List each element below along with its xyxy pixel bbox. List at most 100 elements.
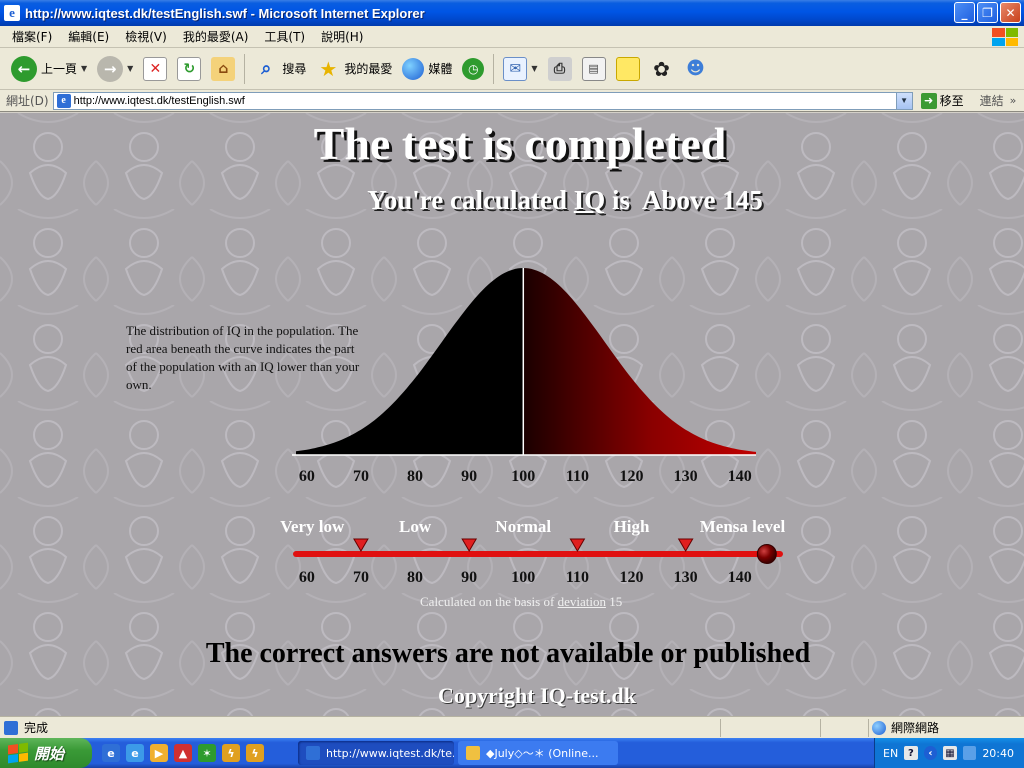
copyright-text: Copyright IQ-test.dk [437, 683, 636, 708]
address-url: http://www.iqtest.dk/testEnglish.swf [73, 94, 245, 107]
messenger-button[interactable]: ☻ [679, 51, 713, 87]
refresh-button[interactable]: ↻ [172, 51, 206, 87]
zone-label: 網際網路 [891, 721, 940, 735]
title-bar[interactable]: e http://www.iqtest.dk/testEnglish.swf -… [0, 0, 1024, 26]
edit-page-icon: ▤ [581, 56, 606, 81]
forward-arrow-icon: → [97, 55, 124, 82]
curve-tick-90: 90 [461, 468, 477, 485]
minimize-button[interactable]: _ [954, 2, 975, 23]
chevron-down-icon[interactable]: ▼ [127, 64, 133, 73]
band-label-low: Low [399, 517, 432, 536]
menu-favorites[interactable]: 我的最愛(A) [175, 28, 257, 45]
task-ie-label: http://www.iqtest.dk/te... [326, 746, 454, 760]
ie-quicklaunch-icon[interactable]: e [102, 744, 120, 762]
scale-tick-120: 120 [620, 569, 644, 586]
back-label: 上一頁 [41, 62, 78, 76]
curve-area-below-mean [296, 268, 524, 455]
note-icon [615, 56, 640, 81]
menu-file[interactable]: 檔案(F) [4, 28, 60, 45]
curve-tick-110: 110 [566, 468, 589, 485]
basis-prefix: Calculated on the basis of [420, 594, 555, 609]
deviation-link[interactable]: deviation [558, 594, 606, 609]
address-input[interactable]: e http://www.iqtest.dk/testEnglish.swf ▼ [52, 91, 913, 110]
app-star-icon[interactable]: ✶ [198, 744, 216, 762]
chevron-right-icon[interactable]: » [1010, 94, 1017, 107]
chevron-down-icon[interactable]: ▼ [81, 64, 87, 73]
menu-view[interactable]: 檢視(V) [117, 28, 175, 45]
forward-button[interactable]: → ▼ [92, 51, 138, 87]
scale-tick-70: 70 [353, 569, 369, 586]
search-label: 搜尋 [282, 62, 307, 76]
home-button[interactable]: ⌂ [206, 51, 240, 87]
language-indicator[interactable]: EN [883, 747, 898, 760]
restore-button[interactable]: ❐ [977, 2, 998, 23]
curve-tick-130: 130 [674, 468, 698, 485]
curve-tick-60: 60 [299, 468, 315, 485]
toolbar-divider [244, 53, 246, 84]
chevron-left-icon[interactable]: ‹ [923, 746, 938, 760]
task-messenger-window[interactable]: ◆July◇～＊ (Online... [458, 741, 618, 765]
app-bolt2-icon[interactable]: ϟ [246, 744, 264, 762]
iq-distribution-chart: 60 70 80 90 100 110 120 130 140 Very low Low Normal… [280, 268, 786, 586]
status-bar: 完成 網際網路 [0, 716, 1024, 738]
chevron-down-icon[interactable]: ▼ [531, 64, 537, 73]
print-button[interactable]: ⎙ [543, 51, 577, 87]
scale-tick-90: 90 [461, 569, 477, 586]
band-label-very-low: Very low [280, 517, 345, 536]
taskbar: 開始 e e ▶ ▲ ✶ ϟ ϟ http://www.iqtest.dk/te… [0, 738, 1024, 768]
printer-icon: ⎙ [547, 56, 572, 81]
network-icon[interactable] [962, 746, 977, 760]
security-zone[interactable]: 網際網路 [872, 719, 939, 736]
threshold-marker-130 [677, 538, 694, 552]
task-ie-window[interactable]: http://www.iqtest.dk/te... [298, 741, 454, 765]
app-triangle-icon[interactable]: ▲ [174, 744, 192, 762]
status-text: 完成 [24, 721, 49, 735]
band-label-high: High [614, 517, 650, 536]
app-bolt-icon[interactable]: ϟ [222, 744, 240, 762]
menu-tools[interactable]: 工具(T) [256, 28, 313, 45]
curve-tick-100: 100 [511, 468, 535, 485]
scale-tick-60: 60 [299, 569, 315, 586]
menu-help[interactable]: 說明(H) [313, 28, 371, 45]
help-icon[interactable]: ? [904, 746, 918, 760]
mail-button[interactable]: ✉ ▼ [498, 51, 542, 87]
links-button[interactable]: 連結 [980, 92, 1004, 109]
search-button[interactable]: ⌕ 搜尋 [249, 51, 311, 87]
threshold-marker-90 [461, 538, 478, 552]
answers-notice: The correct answers are not available or… [205, 638, 811, 669]
back-button[interactable]: ← 上一頁 ▼ [6, 51, 92, 87]
deviation-note: Calculated on the basis of deviation 15 [420, 594, 622, 610]
stop-icon: ✕ [143, 56, 168, 81]
stop-button[interactable]: ✕ [138, 51, 172, 87]
deviation-value: 15 [609, 594, 623, 609]
start-button[interactable]: 開始 [0, 738, 92, 768]
scale-tick-80: 80 [407, 569, 423, 586]
threshold-marker-110 [569, 538, 586, 552]
page-icon: e [56, 93, 71, 108]
flash-content[interactable]: The test is completed You're calculated … [0, 113, 1024, 716]
menu-edit[interactable]: 編輯(E) [60, 28, 117, 45]
status-divider [720, 718, 721, 737]
research-button[interactable]: ✿ [645, 51, 679, 87]
history-button[interactable]: ◷ [457, 51, 489, 87]
ie2-quicklaunch-icon[interactable]: e [126, 744, 144, 762]
flower-icon: ✿ [653, 56, 670, 81]
task-messenger-label: ◆July◇～＊ (Online... [486, 747, 599, 760]
media-button[interactable]: 媒體 [397, 51, 457, 87]
band-label-mensa-level: Mensa level [700, 517, 786, 536]
media-player-icon[interactable]: ▶ [150, 744, 168, 762]
chevron-down-icon[interactable]: ▼ [895, 92, 912, 109]
address-label: 網址(D) [6, 94, 49, 108]
close-button[interactable]: ✕ [1000, 2, 1021, 23]
go-button[interactable]: ➜ 移至 [920, 92, 964, 109]
go-arrow-icon: ➜ [920, 92, 937, 109]
band-label-normal: Normal [495, 517, 551, 536]
ime-icon[interactable]: ▦ [943, 746, 957, 760]
back-arrow-icon: ← [11, 55, 37, 82]
windows-logo-icon [992, 28, 1018, 46]
status-divider [820, 718, 821, 737]
discuss-button[interactable] [611, 51, 645, 87]
internet-globe-icon [872, 720, 886, 735]
favorites-button[interactable]: ★ 我的最愛 [311, 51, 397, 87]
edit-button[interactable]: ▤ [577, 51, 611, 87]
